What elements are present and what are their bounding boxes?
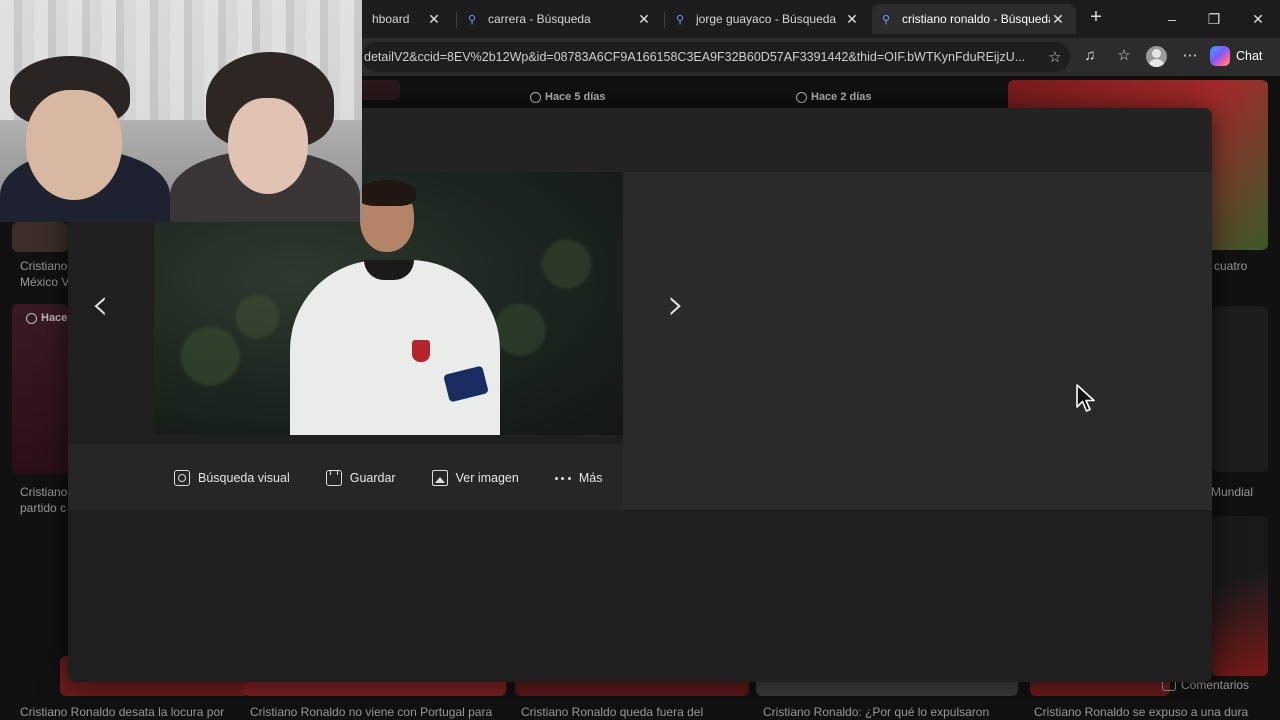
visual-search-icon	[174, 470, 190, 486]
result-caption[interactable]: Cristiano Ronaldo no viene con Portugal …	[250, 704, 500, 720]
time-badge: Hace 5 días	[530, 91, 606, 103]
url-text[interactable]: detailV2&ccid=8EV%2b12Wp&id=08783A6CF9A1…	[362, 50, 1040, 64]
result-caption[interactable]: Cristiano	[20, 484, 68, 500]
tab-separator	[664, 12, 665, 28]
clock-icon	[26, 312, 37, 324]
webcam-overlay	[0, 0, 362, 222]
tab-jorge-guayaco[interactable]: ⚲ jorge guayaco - Búsqueda ✕	[666, 4, 870, 34]
result-caption[interactable]: Cristiano Ronaldo queda fuera del	[521, 704, 741, 720]
result-caption[interactable]: México V	[20, 274, 68, 290]
search-icon: ⚲	[468, 13, 477, 26]
copilot-icon	[1210, 46, 1230, 66]
maximize-icon[interactable]: ❐	[1194, 6, 1234, 32]
tab-separator	[456, 12, 457, 28]
result-caption[interactable]: Cristiano	[20, 258, 68, 274]
result-caption[interactable]: partido c	[20, 500, 68, 516]
image-icon	[431, 470, 448, 486]
next-image-button[interactable]: ›	[658, 279, 694, 330]
favorite-star-icon[interactable]: ☆	[1040, 48, 1070, 66]
portugal-crest	[412, 340, 430, 362]
tab-title: jorge guayaco - Búsqueda	[696, 12, 837, 26]
chat-label: Chat	[1236, 49, 1263, 63]
result-thumbnail[interactable]	[1212, 516, 1268, 676]
favorites-icon[interactable]: ☆	[1112, 44, 1136, 68]
close-icon[interactable]: ✕	[844, 11, 860, 28]
viewer-details-panel	[623, 172, 1212, 510]
result-caption[interactable]: Cristiano Ronaldo: ¿Por qué lo expulsaro…	[763, 704, 993, 720]
player-jersey	[290, 260, 500, 435]
time-badge: Hace	[26, 312, 67, 324]
result-thumbnail[interactable]	[12, 304, 68, 474]
result-caption[interactable]: Cristiano Ronaldo se expuso a una dura	[1034, 704, 1252, 720]
save-label: Guardar	[349, 471, 396, 485]
time-badge-text: Hace	[41, 312, 68, 324]
search-icon: ⚲	[676, 13, 685, 26]
visual-search-label: Búsqueda visual	[198, 471, 290, 485]
save-icon	[325, 470, 342, 486]
more-label: Más	[578, 471, 603, 485]
tab-carrera[interactable]: ⚲ carrera - Búsqueda ✕	[458, 4, 662, 34]
save-button[interactable]: Guardar	[325, 470, 396, 486]
read-aloud-icon[interactable]: ♫	[1078, 44, 1102, 68]
new-tab-button[interactable]: +	[1084, 6, 1108, 32]
result-caption[interactable]: cuatro	[1214, 258, 1247, 274]
time-badge: Hace 2 días	[796, 91, 872, 103]
search-icon: ⚲	[882, 13, 891, 26]
viewer-actions: Búsqueda visual Guardar Ver imagen Más	[174, 466, 638, 490]
close-icon[interactable]: ✕	[636, 11, 652, 28]
more-button[interactable]: Más	[554, 470, 603, 486]
close-icon[interactable]: ✕	[1050, 11, 1066, 28]
tab-dashboard[interactable]: hboard ✕	[362, 4, 452, 34]
copilot-chat-button[interactable]: Chat	[1210, 44, 1262, 68]
view-image-label: Ver imagen	[455, 471, 519, 485]
result-caption[interactable]: Cristiano Ronaldo desata la locura por	[20, 704, 234, 720]
address-bar[interactable]: detailV2&ccid=8EV%2b12Wp&id=08783A6CF9A1…	[362, 42, 1070, 72]
player-hair	[358, 180, 416, 206]
result-thumbnail[interactable]	[1212, 306, 1268, 472]
more-icon	[554, 470, 571, 486]
close-window-icon[interactable]: ✕	[1238, 6, 1278, 32]
tab-title: hboard	[372, 12, 410, 26]
person-face	[228, 98, 308, 194]
more-menu-icon[interactable]: ⋯	[1178, 44, 1202, 68]
clock-icon	[530, 91, 541, 103]
time-badge-text: Hace 5 días	[545, 91, 606, 103]
person-face	[26, 90, 122, 200]
view-image-button[interactable]: Ver imagen	[431, 470, 519, 486]
tab-cristiano-ronaldo[interactable]: ⚲ cristiano ronaldo - Búsqueda d ✕	[872, 4, 1076, 34]
clock-icon	[796, 91, 807, 103]
close-icon[interactable]: ✕	[426, 11, 442, 28]
tab-title: cristiano ronaldo - Búsqueda d	[902, 12, 1050, 26]
profile-icon[interactable]	[1146, 46, 1167, 67]
tab-title: carrera - Búsqueda	[488, 12, 591, 26]
result-thumbnail[interactable]	[12, 222, 68, 252]
time-badge-text: Hace 2 días	[811, 91, 872, 103]
result-caption[interactable]: Mundial	[1211, 484, 1253, 500]
visual-search-button[interactable]: Búsqueda visual	[174, 470, 290, 486]
previous-image-button[interactable]: ‹	[82, 279, 118, 330]
minimize-icon[interactable]: –	[1152, 6, 1192, 32]
mouse-cursor-icon	[1076, 384, 1095, 412]
